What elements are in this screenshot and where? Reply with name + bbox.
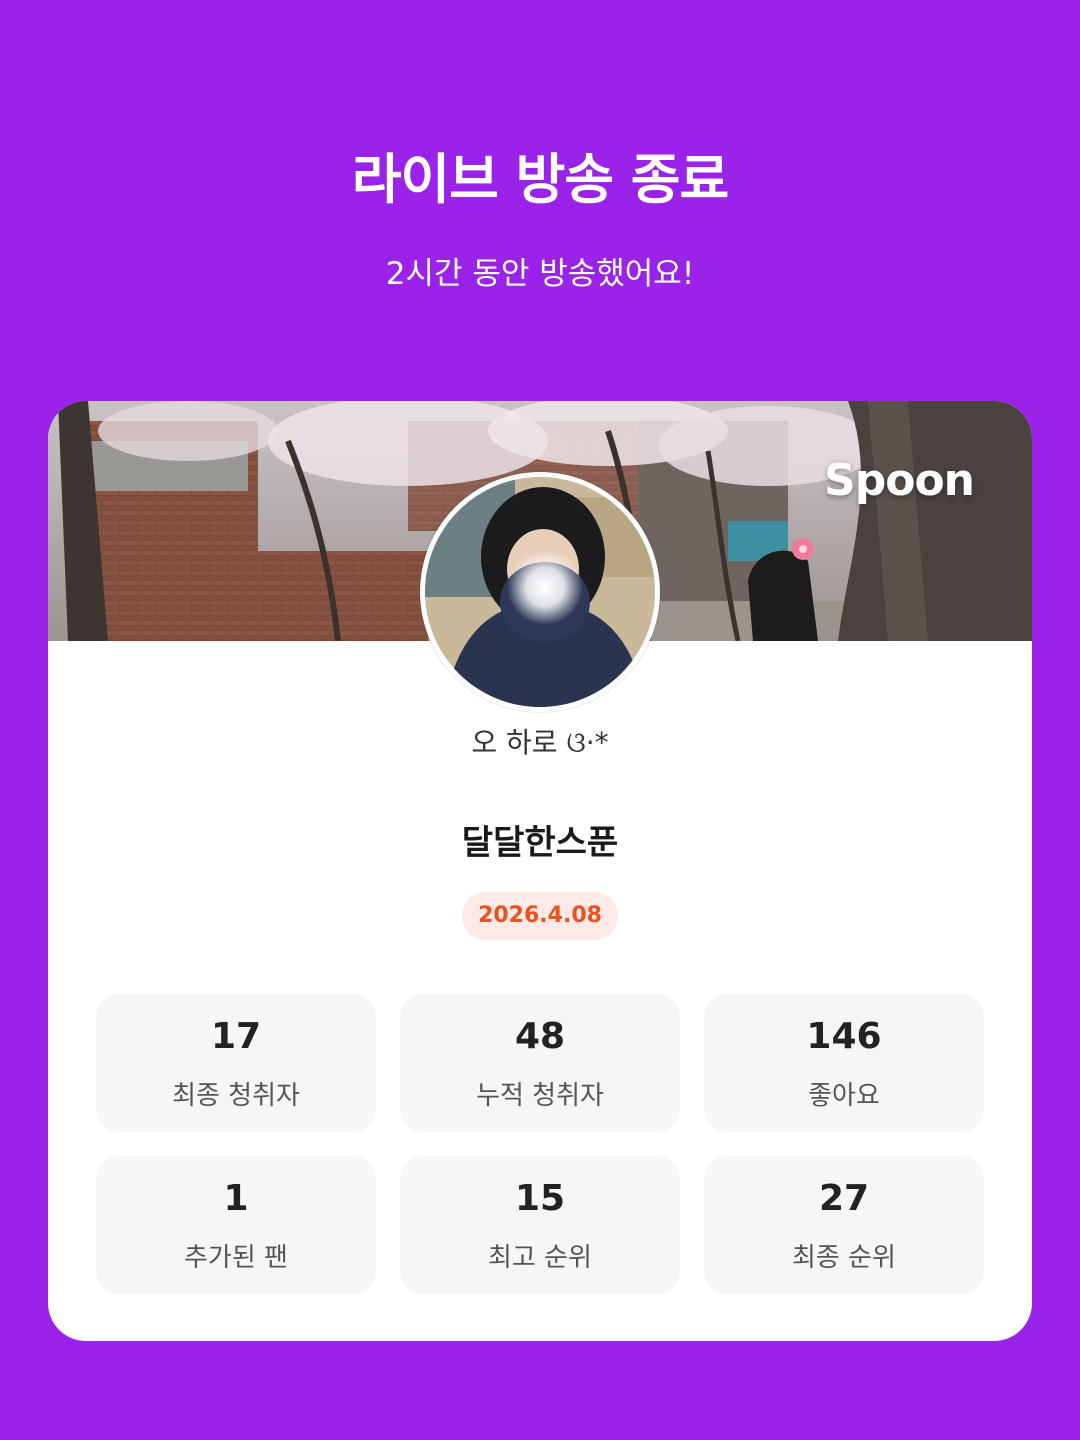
stat-label: 최고 순위 [488, 1243, 592, 1273]
spoon-logo: Spoon [824, 455, 975, 506]
stat-label: 최종 순위 [792, 1243, 896, 1273]
stat-value: 1 [223, 1178, 249, 1219]
stat-label: 최종 청취자 [172, 1081, 300, 1111]
avatar[interactable] [420, 472, 660, 712]
stat-label: 좋아요 [808, 1081, 880, 1111]
broadcast-title: 달달한스푼 [461, 823, 619, 863]
avatar-image [425, 477, 655, 707]
stat-value: 15 [514, 1178, 566, 1219]
stat-new-fans: 1 추가된 팬 [96, 1156, 376, 1294]
stat-value: 146 [806, 1016, 882, 1057]
stat-value: 17 [210, 1016, 262, 1057]
profile-name: 오 하로 ଓ·* [471, 726, 609, 759]
broadcast-duration-text: 2시간 동안 방송했어요! [385, 256, 695, 292]
page-title: 라이브 방송 종료 [351, 148, 729, 211]
stats-grid: 17 최종 청취자 48 누적 청취자 146 좋아요 1 추가된 팬 15 최… [96, 994, 984, 1294]
stat-best-rank: 15 최고 순위 [400, 1156, 680, 1294]
date-badge: 2026.4.08 [462, 892, 618, 940]
stat-total-listeners: 48 누적 청취자 [400, 994, 680, 1132]
stat-value: 27 [818, 1178, 870, 1219]
stat-likes: 146 좋아요 [704, 994, 984, 1132]
stat-label: 추가된 팬 [184, 1243, 288, 1273]
stat-final-rank: 27 최종 순위 [704, 1156, 984, 1294]
stat-value: 48 [514, 1016, 566, 1057]
stat-final-listeners: 17 최종 청취자 [96, 994, 376, 1132]
broadcast-summary-card: Spoon 오 하로 ଓ·* 달달한스푼 2026.4.08 17 최종 청취자… [48, 401, 1032, 1341]
stat-label: 누적 청취자 [476, 1081, 604, 1111]
